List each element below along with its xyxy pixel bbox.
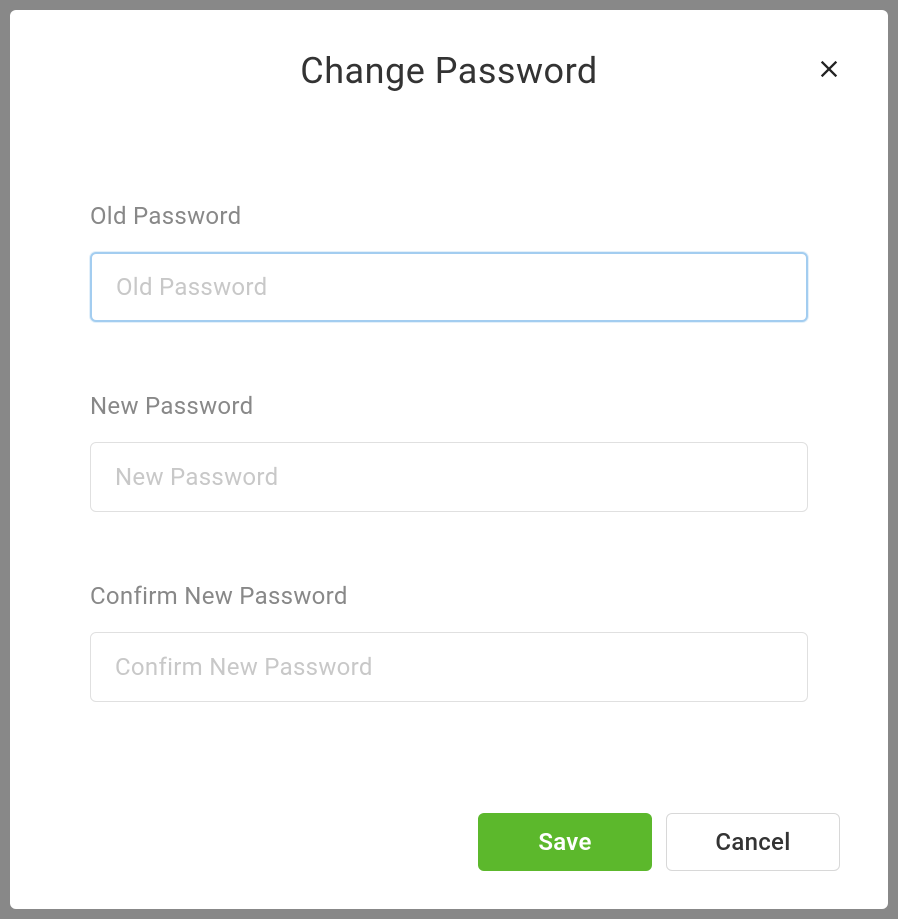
confirm-password-label: Confirm New Password	[90, 582, 808, 610]
new-password-input[interactable]	[90, 442, 808, 512]
modal-title: Change Password	[50, 50, 848, 92]
save-button[interactable]: Save	[478, 813, 652, 871]
modal-footer: Save Cancel	[478, 813, 840, 871]
old-password-label: Old Password	[90, 202, 808, 230]
modal-header: Change Password	[10, 10, 888, 92]
old-password-group: Old Password	[90, 202, 808, 322]
close-button[interactable]	[814, 54, 844, 84]
confirm-password-group: Confirm New Password	[90, 582, 808, 702]
confirm-password-input[interactable]	[90, 632, 808, 702]
new-password-group: New Password	[90, 392, 808, 512]
new-password-label: New Password	[90, 392, 808, 420]
change-password-modal: Change Password Old Password New Passwor…	[10, 10, 888, 909]
modal-body: Old Password New Password Confirm New Pa…	[10, 92, 888, 702]
close-icon	[818, 58, 840, 80]
old-password-input[interactable]	[90, 252, 808, 322]
cancel-button[interactable]: Cancel	[666, 813, 840, 871]
